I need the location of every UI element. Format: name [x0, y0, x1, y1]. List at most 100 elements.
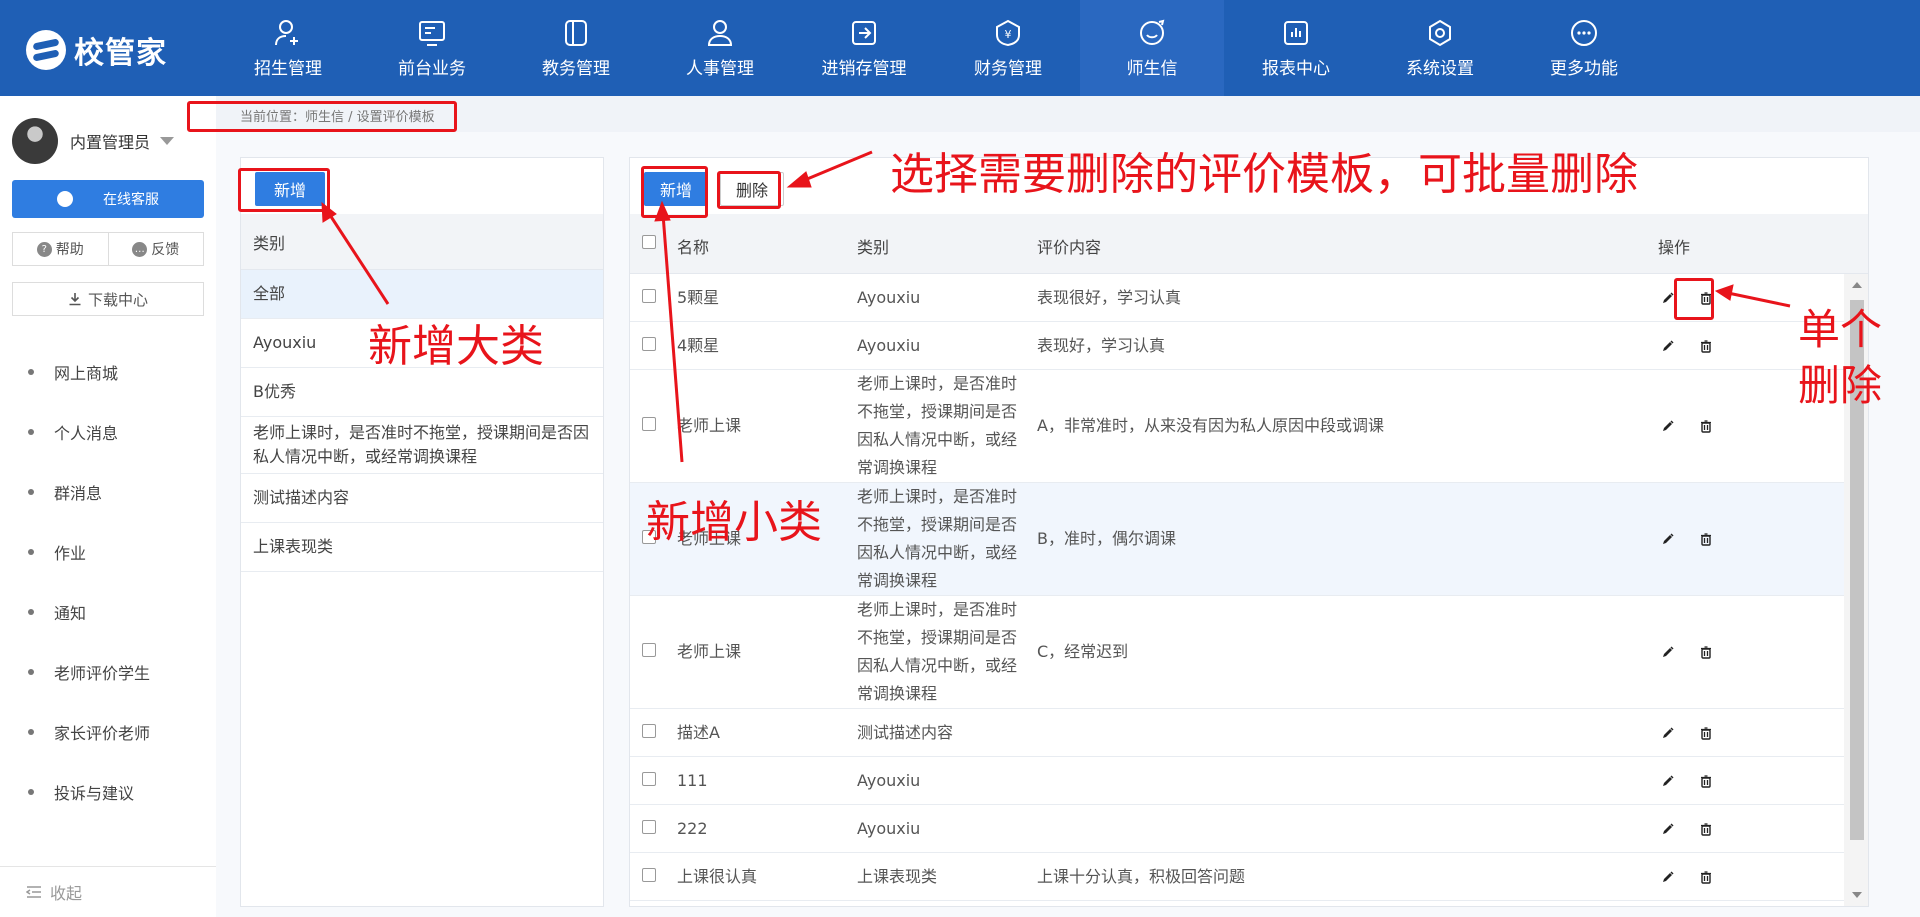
edit-icon[interactable]	[1658, 529, 1678, 549]
table-row[interactable]: 描述A 测试描述内容	[630, 709, 1844, 757]
row-checkbox[interactable]	[642, 863, 656, 891]
delete-icon[interactable]	[1696, 288, 1716, 308]
download-center-button[interactable]: 下载中心	[12, 282, 204, 316]
cell-name: 老师上课	[677, 416, 742, 435]
bullet-icon	[28, 369, 34, 375]
sidebar-item[interactable]: 老师评价学生	[0, 642, 216, 702]
category-item-label: 全部	[253, 284, 286, 303]
column-header-content: 评价内容	[1037, 238, 1102, 257]
row-checkbox[interactable]	[642, 815, 656, 843]
delete-icon[interactable]	[1696, 723, 1716, 743]
edit-icon[interactable]	[1658, 336, 1678, 356]
row-actions	[1658, 416, 1734, 436]
cell-name: 4颗星	[677, 335, 720, 355]
row-checkbox[interactable]	[642, 412, 656, 440]
svg-text:¥: ¥	[1005, 28, 1012, 41]
edit-icon[interactable]	[1658, 771, 1678, 791]
nav-item-9[interactable]: 更多功能	[1512, 0, 1656, 96]
sidebar-item[interactable]: 网上商城	[0, 342, 216, 402]
sidebar-item[interactable]: 作业	[0, 522, 216, 582]
row-actions	[1658, 771, 1734, 791]
scroll-down-icon[interactable]	[1852, 892, 1862, 898]
bullet-icon	[28, 609, 34, 615]
cell-category: 老师上课时，是否准时不拖堂，授课期间是否因私人情况中断，或经常调换课程	[857, 374, 1018, 477]
scroll-up-icon[interactable]	[1852, 282, 1862, 288]
nav-item-6[interactable]: 师生信	[1080, 0, 1224, 96]
table-row[interactable]: 222 Ayouxiu	[630, 805, 1844, 853]
add-category-button[interactable]: 新增	[255, 172, 325, 206]
table-row[interactable]: 5颗星 Ayouxiu 表现很好，学习认真	[630, 274, 1844, 322]
column-header-ops: 操作	[1658, 238, 1691, 257]
arrow-box-icon	[849, 18, 879, 48]
left-sidebar: 内置管理员 在线客服 ? 帮助 … 反馈 下载中心 网上商城 个人消息 群消息 作业 通知老…	[0, 96, 216, 917]
category-item-label: 测试描述内容	[253, 488, 350, 507]
edit-icon[interactable]	[1658, 819, 1678, 839]
user-name: 内置管理员	[70, 133, 151, 152]
nav-item-3[interactable]: 人事管理	[648, 0, 792, 96]
sidebar-item[interactable]: 投诉与建议	[0, 762, 216, 822]
nav-item-8[interactable]: 系统设置	[1368, 0, 1512, 96]
delete-icon[interactable]	[1696, 642, 1716, 662]
delete-icon[interactable]	[1696, 529, 1716, 549]
row-actions	[1658, 642, 1734, 662]
cell-name: 5颗星	[677, 287, 720, 307]
cell-name: 老师上课	[677, 642, 742, 661]
user-menu[interactable]: 内置管理员	[12, 118, 175, 164]
edit-icon[interactable]	[1658, 867, 1678, 887]
edit-icon[interactable]	[1658, 288, 1678, 308]
cell-category: Ayouxiu	[857, 335, 921, 355]
nav-item-4[interactable]: 进销存管理	[792, 0, 936, 96]
delete-icon[interactable]	[1696, 771, 1716, 791]
edit-icon[interactable]	[1658, 723, 1678, 743]
collapse-sidebar-button[interactable]: 收起	[0, 866, 216, 917]
category-item[interactable]: 上课表现类	[241, 523, 603, 572]
table-row[interactable]: 111 Ayouxiu	[630, 757, 1844, 805]
sidebar-item[interactable]: 家长评价老师	[0, 702, 216, 762]
nav-item-5[interactable]: ¥ 财务管理	[936, 0, 1080, 96]
bullet-icon	[28, 669, 34, 675]
online-service-button[interactable]: 在线客服	[12, 180, 204, 218]
help-label: 帮助	[55, 242, 84, 258]
table-row[interactable]: 老师上课 老师上课时，是否准时不拖堂，授课期间是否因私人情况中断，或经常调换课程 C…	[630, 596, 1844, 709]
category-item[interactable]: 老师上课时，是否准时不拖堂，授课期间是否因私人情况中断，或经常调换课程	[241, 417, 603, 474]
help-button[interactable]: ? 帮助	[13, 233, 108, 265]
delete-icon[interactable]	[1696, 819, 1716, 839]
table-row[interactable]: 4颗星 Ayouxiu 表现好，学习认真	[630, 322, 1844, 370]
sidebar-item[interactable]: 个人消息	[0, 402, 216, 462]
edit-icon[interactable]	[1658, 642, 1678, 662]
yen-shield-icon: ¥	[993, 18, 1023, 48]
row-checkbox[interactable]	[642, 284, 656, 312]
service-chat-icon	[57, 191, 73, 207]
row-checkbox[interactable]	[642, 638, 656, 666]
download-center-label: 下载中心	[87, 290, 148, 309]
user-plus-icon	[273, 18, 303, 48]
nav-item-0[interactable]: 招生管理	[216, 0, 360, 96]
download-icon	[69, 293, 81, 306]
nav-item-1[interactable]: 前台业务	[360, 0, 504, 96]
table-row[interactable]: 上课很认真 上课表现类 上课十分认真，积极回答问题	[630, 853, 1844, 901]
nav-item-2[interactable]: 教务管理	[504, 0, 648, 96]
cell-content: A，非常准时，从来没有因为私人原因中段或调课	[1037, 416, 1384, 435]
row-checkbox[interactable]	[642, 719, 656, 747]
sidebar-item[interactable]: 通知	[0, 582, 216, 642]
brand-logo[interactable]: 校管家	[26, 30, 167, 71]
table-row[interactable]: 老师上课 老师上课时，是否准时不拖堂，授课期间是否因私人情况中断，或经常调换课程 A…	[630, 370, 1844, 483]
feedback-button[interactable]: … 反馈	[107, 233, 204, 265]
add-template-button[interactable]: 新增	[644, 172, 708, 206]
gear-icon	[1425, 18, 1455, 48]
edit-icon[interactable]	[1658, 416, 1678, 436]
sidebar-menu: 网上商城 个人消息 群消息 作业 通知 老师评价学生 家长评价老师 投诉与建议	[0, 342, 216, 822]
sidebar-item[interactable]: 群消息	[0, 462, 216, 522]
row-checkbox[interactable]	[642, 767, 656, 795]
category-item[interactable]: B优秀	[241, 368, 603, 417]
delete-icon[interactable]	[1696, 867, 1716, 887]
delete-icon[interactable]	[1696, 336, 1716, 356]
category-item[interactable]: 测试描述内容	[241, 474, 603, 523]
batch-delete-button[interactable]: 删除	[720, 172, 784, 206]
row-checkbox[interactable]	[642, 332, 656, 360]
category-item-label: Ayouxiu	[253, 333, 317, 352]
nav-item-7[interactable]: 报表中心	[1224, 0, 1368, 96]
breadcrumb: 当前位置：师生信 / 设置评价模板	[240, 110, 435, 125]
select-all-checkbox[interactable]	[642, 234, 656, 253]
delete-icon[interactable]	[1696, 416, 1716, 436]
